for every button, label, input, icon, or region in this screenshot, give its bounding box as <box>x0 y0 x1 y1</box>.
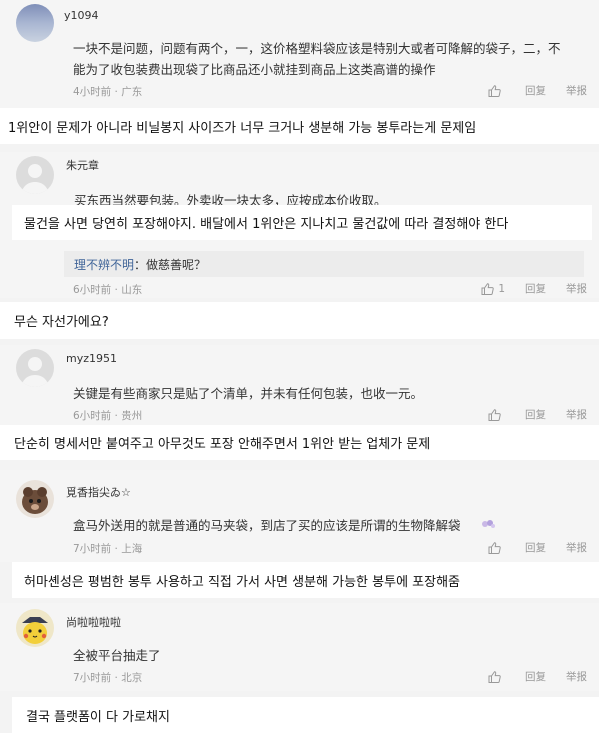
reply-button[interactable]: 回复 <box>525 540 546 555</box>
translation-caption: 무슨 자선가에요? <box>0 302 599 339</box>
comment-actions: 回复 举报 <box>468 83 587 98</box>
like-button[interactable] <box>488 670 505 683</box>
reply-button[interactable]: 回复 <box>525 281 546 296</box>
like-count: 1 <box>498 282 505 295</box>
pikachu-avatar-icon <box>22 617 48 644</box>
thumbs-up-icon <box>488 541 501 554</box>
translation-caption: 결국 플랫폼이 다 가로채지 <box>12 697 599 733</box>
thumbs-up-icon <box>488 670 501 683</box>
username[interactable]: myz1951 <box>66 352 117 365</box>
comment-text-line: 一块不是问题，问题有两个，一，这价格塑料袋应该是特别大或者可降解的袋子，二，不 <box>73 41 561 56</box>
sticker-icon <box>482 520 495 528</box>
username[interactable]: 覓香指尖ゐ☆ <box>66 484 131 500</box>
avatar[interactable] <box>16 480 54 518</box>
comment-text-line: 能为了收包装费出现袋了比商品还小就挂到商品上这类高谱的操作 <box>73 62 436 77</box>
reply-button[interactable]: 回复 <box>525 83 546 98</box>
username[interactable]: y1094 <box>64 9 99 22</box>
avatar[interactable] <box>16 609 54 647</box>
comment-meta: 6小时前 · 山东 <box>73 284 143 296</box>
comment-actions: 回复 举报 <box>468 407 587 422</box>
comment-card: 尚啦啦啦啦 全被平台抽走了 7小时前 · 北京 回复 举报 <box>0 603 599 691</box>
like-button[interactable] <box>488 408 505 421</box>
default-avatar-icon <box>21 357 49 387</box>
comment-card: 覓香指尖ゐ☆ 盒马外送用的就是普通的马夹袋，到店了买的应该是所谓的生物降解袋 7… <box>0 470 599 562</box>
default-avatar-icon <box>21 164 49 194</box>
report-button[interactable]: 举报 <box>566 281 587 296</box>
comment-meta: 7小时前 · 上海 <box>73 543 143 555</box>
avatar[interactable] <box>16 156 54 194</box>
thumbs-up-icon <box>488 408 501 421</box>
username[interactable]: 尚啦啦啦啦 <box>66 614 121 630</box>
comment-text-line: 关键是有些商家只是贴了个清单，并未有任何包装，也收一元。 <box>73 386 424 401</box>
translation-caption: 1위안이 문제가 아니라 비닐봉지 사이즈가 너무 크거나 생분해 가능 봉투라… <box>0 108 599 144</box>
report-button[interactable]: 举报 <box>566 83 587 98</box>
reply-text: ：做慈善呢？ <box>134 257 207 272</box>
comment-card: myz1951 关键是有些商家只是贴了个清单，并未有任何包装，也收一元。 6小时… <box>0 345 599 425</box>
reply-preview[interactable]: 理不辨不明 ：做慈善呢？ <box>64 251 584 277</box>
comment-card: y1094 一块不是问题，问题有两个，一，这价格塑料袋应该是特别大或者可降解的袋… <box>0 0 599 108</box>
comment-meta: 7小时前 · 北京 <box>73 672 143 684</box>
comment-meta: 6小时前 · 贵州 <box>73 410 143 422</box>
username[interactable]: 朱元章 <box>66 157 99 173</box>
like-button[interactable] <box>488 84 505 97</box>
thumbs-up-icon <box>488 84 501 97</box>
report-button[interactable]: 举报 <box>566 407 587 422</box>
comment-meta: 4小时前 · 广东 <box>73 86 143 98</box>
comment-text-line: 全被平台抽走了 <box>73 648 161 663</box>
reply-button[interactable]: 回复 <box>525 407 546 422</box>
translation-caption: 허마셴성은 평범한 봉투 사용하고 직접 가서 사면 생분해 가능한 봉투에 포… <box>12 562 599 598</box>
report-button[interactable]: 举报 <box>566 540 587 555</box>
comment-actions: 1 回复 举报 <box>461 281 587 296</box>
pet-avatar-icon <box>22 487 48 514</box>
translation-caption: 물건을 사면 당연히 포장해야지. 배달에서 1위안은 지나치고 물건값에 따라… <box>12 205 592 240</box>
translation-caption: 단순히 명세서만 붙여주고 아무것도 포장 안해주면서 1위안 받는 업체가 문… <box>0 425 599 460</box>
like-button[interactable]: 1 <box>481 283 505 295</box>
comment-text-line: 盒马外送用的就是普通的马夹袋，到店了买的应该是所谓的生物降解袋 <box>73 518 461 533</box>
thumbs-up-icon <box>481 282 495 295</box>
reply-button[interactable]: 回复 <box>525 669 546 684</box>
report-button[interactable]: 举报 <box>566 669 587 684</box>
avatar[interactable] <box>16 349 54 387</box>
like-button[interactable] <box>488 541 505 554</box>
reply-username[interactable]: 理不辨不明 <box>74 256 134 273</box>
avatar[interactable] <box>16 4 54 42</box>
comment-actions: 回复 举报 <box>468 540 587 555</box>
comment-actions: 回复 举报 <box>468 669 587 684</box>
